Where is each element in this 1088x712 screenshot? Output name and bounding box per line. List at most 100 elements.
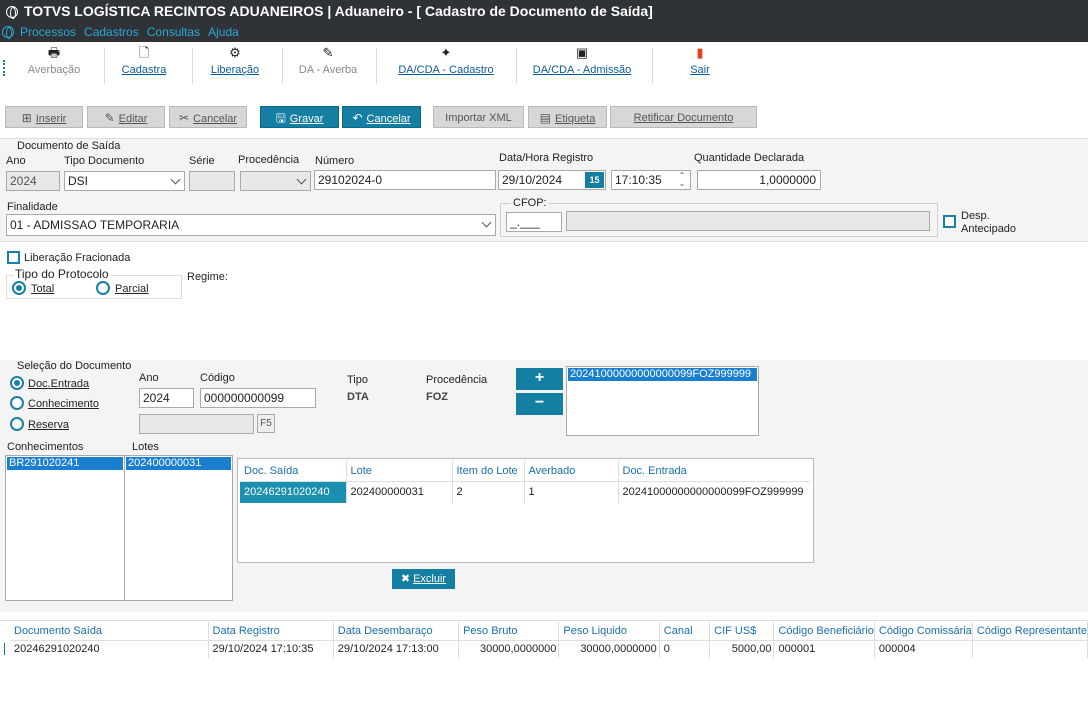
procedencia-select[interactable] (240, 171, 311, 191)
cancelar-disabled-button[interactable]: ✂ Cancelar (169, 106, 247, 128)
cadastra-button[interactable]: 🗋 Cadastra (118, 46, 170, 88)
table-cell[interactable]: 20246291020240 (240, 481, 347, 503)
quantidade-declarada-field[interactable]: 1,0000000 (697, 170, 821, 190)
lotes-list[interactable]: 202400000031 (124, 455, 233, 601)
table-cell[interactable]: 202400000031 (346, 481, 453, 503)
toolbar-divider (282, 48, 283, 84)
column-header-codigo-comissaria[interactable]: Código Comissária (874, 622, 973, 640)
table-cell[interactable]: 30000,0000000 (558, 640, 660, 658)
column-header-documento-saida[interactable]: Documento Saída (10, 622, 209, 640)
column-header-averbado[interactable]: Averbado (524, 461, 619, 481)
menu-consultas[interactable]: Consultas (147, 25, 200, 39)
menu-bar: Processos Cadastros Consultas Ajuda (0, 22, 1088, 42)
editar-button[interactable]: ✎ Editar (87, 106, 165, 128)
menu-cadastros[interactable]: Cadastros (84, 25, 139, 39)
averbacao-button[interactable]: 🖶 Averbação (24, 46, 84, 88)
list-item[interactable]: 202400000031 (126, 457, 231, 470)
table-cell[interactable]: 000004 (874, 640, 973, 658)
da-averba-button[interactable]: ✎ DA - Averba (296, 46, 360, 88)
ano-field[interactable]: 2024 (6, 171, 60, 191)
toolbar-grip[interactable] (3, 60, 5, 76)
list-item[interactable]: BR291020241 (7, 457, 123, 470)
total-radio[interactable] (12, 281, 26, 295)
seal-icon: ⚙ (229, 45, 241, 60)
toolbar-divider (104, 48, 105, 84)
liberacao-fracionada-checkbox[interactable] (7, 251, 20, 264)
table-cell[interactable]: 2 (452, 481, 525, 503)
lotes-label: Lotes (132, 441, 159, 453)
document-icon: 🗋 (138, 45, 150, 60)
parcial-radio[interactable] (96, 281, 110, 295)
window-title-bar: TOTVS LOGÍSTICA RECINTOS ADUANEIROS | Ad… (0, 0, 1088, 22)
remove-document-button[interactable]: − (516, 393, 563, 415)
table-cell[interactable]: 30000,0000000 (458, 640, 560, 658)
parcial-label: Parcial (115, 283, 149, 295)
table-cell[interactable]: 20246291020240 (10, 640, 209, 658)
column-header-data-registro[interactable]: Data Registro (208, 622, 334, 640)
table-cell[interactable]: 29/10/2024 17:13:00 (333, 640, 460, 658)
table-cell[interactable]: 5000,00 (709, 640, 775, 658)
add-document-button[interactable]: + (516, 368, 563, 390)
tipo-documento-select[interactable]: DSI (64, 171, 185, 191)
table-row[interactable]: 20246291020240 29/10/2024 17:10:35 29/10… (10, 640, 1088, 658)
doc-entrada-radio[interactable] (10, 376, 24, 390)
dacda-cadastro-button[interactable]: ✦ DA/CDA - Cadastro (396, 46, 496, 88)
column-header-doc-entrada[interactable]: Doc. Entrada (618, 461, 810, 481)
selecao-documento-title: Seleção do Documento (17, 360, 132, 372)
window-title: TOTVS LOGÍSTICA RECINTOS ADUANEIROS | Ad… (24, 3, 653, 19)
inserir-button[interactable]: ⊞ Inserir (5, 106, 83, 128)
table-cell[interactable]: 29/10/2024 17:10:35 (208, 640, 334, 658)
etiqueta-button[interactable]: ▤ Etiqueta (528, 106, 607, 128)
table-cell[interactable]: 20241000000000000099FOZ999999 (618, 481, 810, 503)
table-cell[interactable]: 0 (659, 640, 711, 658)
liberacao-button[interactable]: ⚙ Liberação (208, 46, 262, 88)
finalidade-select[interactable]: 01 - ADMISSAO TEMPORARIA (6, 214, 496, 236)
retificar-documento-button[interactable]: Retificar Documento (610, 106, 757, 128)
importar-xml-button[interactable]: Importar XML (433, 106, 524, 128)
column-header-lote[interactable]: Lote (346, 461, 453, 481)
f5-search-button[interactable]: F5 (257, 414, 275, 433)
menu-processos[interactable]: Processos (20, 25, 76, 39)
dacda-admissao-button[interactable]: ▣ DA/CDA - Admissão (532, 46, 632, 88)
table-cell[interactable]: 1 (524, 481, 619, 503)
regime-label: Regime: (187, 271, 228, 283)
reserva-radio[interactable] (10, 417, 24, 431)
time-spinner-icon[interactable]: ⌃ ⌄ (676, 172, 688, 188)
table-row[interactable]: 20246291020240 202400000031 2 1 20241000… (240, 481, 810, 503)
toolbar-divider (652, 48, 653, 84)
gravar-button[interactable]: 🖫 Gravar (260, 106, 339, 128)
codigo-field[interactable]: 000000000099 (200, 388, 316, 408)
cfop-field[interactable]: _.___ (506, 212, 562, 232)
liberacao-fracionada-label: Liberação Fracionada (24, 252, 131, 264)
column-header-canal[interactable]: Canal (659, 622, 711, 640)
procedencia-label: Procedência (238, 154, 300, 166)
conhecimento-radio[interactable] (10, 396, 24, 410)
column-header-peso-bruto[interactable]: Peso Bruto (458, 622, 560, 640)
column-header-cif[interactable]: CIF US$ (709, 622, 775, 640)
cancelar-button[interactable]: ↶ Cancelar (342, 106, 421, 128)
column-header-codigo-representante[interactable]: Código Representante (972, 622, 1088, 640)
selecao-ano-field[interactable]: 2024 (139, 388, 194, 408)
column-header-item-do-lote[interactable]: Item do Lote (452, 461, 525, 481)
selecao-procedencia-label: Procedência (426, 374, 488, 386)
column-header-data-desembaraco[interactable]: Data Desembaraço (333, 622, 460, 640)
excluir-button[interactable]: ✖ Excluir (392, 569, 455, 589)
serie-field[interactable] (189, 171, 235, 191)
conhecimentos-list[interactable]: BR291020241 (5, 455, 125, 601)
list-item[interactable]: 20241000000000000099FOZ999999 (568, 368, 757, 381)
column-header-codigo-beneficiario[interactable]: Código Beneficiário (773, 622, 875, 640)
new-document-icon: ✦ (440, 45, 452, 60)
menu-ajuda[interactable]: Ajuda (208, 25, 239, 39)
column-header-doc-saida[interactable]: Doc. Saída (240, 461, 347, 481)
exit-door-icon: ▮ (696, 45, 704, 60)
selected-documents-list[interactable]: 20241000000000000099FOZ999999 (566, 366, 759, 436)
desp-antecipado-checkbox[interactable] (943, 215, 956, 228)
table-cell[interactable]: 000001 (773, 640, 875, 658)
column-header-peso-liquido[interactable]: Peso Liquido (558, 622, 660, 640)
numero-field[interactable]: 29102024-0 (314, 170, 496, 190)
calendar-icon[interactable]: 15 (585, 172, 604, 188)
serie-label: Série (189, 155, 215, 167)
table-cell[interactable] (972, 640, 1088, 658)
sair-button[interactable]: ▮ Sair (686, 46, 714, 88)
reserva-field[interactable] (139, 414, 254, 434)
